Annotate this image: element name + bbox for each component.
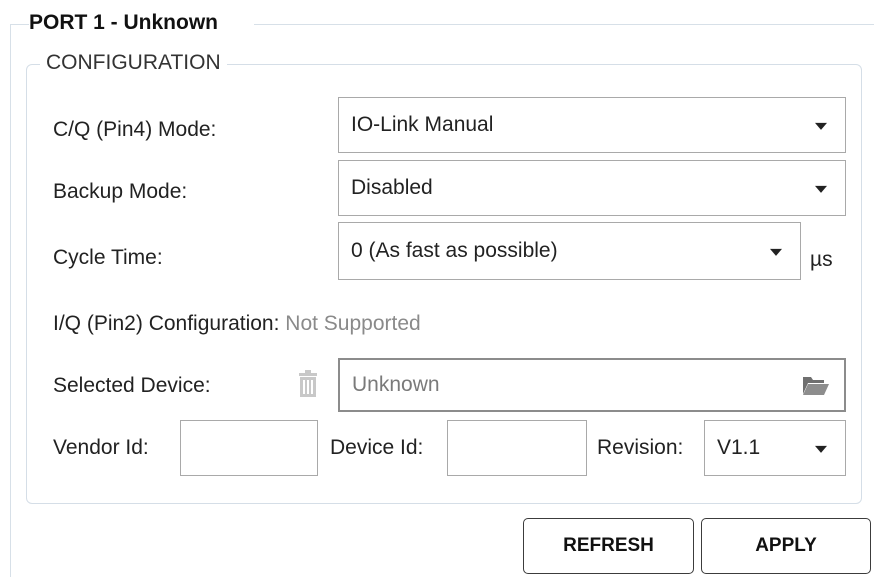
configuration-title: CONFIGURATION xyxy=(40,50,227,76)
backup-mode-dropdown[interactable]: Disabled xyxy=(338,160,846,216)
device-id-input[interactable] xyxy=(447,420,587,476)
iq-config-label: I/Q (Pin2) Configuration: Not Supported xyxy=(53,311,421,337)
cq-mode-label: C/Q (Pin4) Mode: xyxy=(53,118,217,141)
selected-device-value: Unknown xyxy=(352,373,440,396)
device-id-label: Device Id: xyxy=(330,436,424,459)
revision-value: V1.1 xyxy=(717,436,761,459)
backup-mode-value: Disabled xyxy=(351,176,433,199)
revision-dropdown[interactable]: V1.1 xyxy=(704,420,846,476)
port-group-border xyxy=(10,24,30,25)
refresh-button[interactable]: REFRESH xyxy=(523,518,694,574)
port-group-border-left xyxy=(10,24,11,577)
chevron-down-icon xyxy=(815,122,827,130)
chevron-down-icon xyxy=(815,185,827,193)
cq-mode-dropdown[interactable]: IO-Link Manual xyxy=(338,97,846,153)
cq-mode-value: IO-Link Manual xyxy=(351,113,494,136)
iq-config-label-text: I/Q (Pin2) Configuration: xyxy=(53,312,280,335)
cycle-time-value: 0 (As fast as possible) xyxy=(351,239,558,262)
selected-device-label: Selected Device: xyxy=(53,374,211,397)
port-group-border-top xyxy=(254,24,874,25)
trash-icon[interactable] xyxy=(296,370,320,398)
cycle-time-unit: µs xyxy=(810,248,833,271)
cycle-time-label: Cycle Time: xyxy=(53,246,163,269)
backup-mode-label: Backup Mode: xyxy=(53,180,188,203)
vendor-id-label: Vendor Id: xyxy=(53,436,149,459)
chevron-down-icon xyxy=(815,445,827,453)
port-title: PORT 1 - Unknown xyxy=(29,10,222,36)
revision-label: Revision: xyxy=(597,436,684,459)
vendor-id-input[interactable] xyxy=(180,420,318,476)
apply-button[interactable]: APPLY xyxy=(701,518,871,574)
cycle-time-dropdown[interactable]: 0 (As fast as possible) xyxy=(338,222,801,280)
chevron-down-icon xyxy=(770,248,782,256)
iq-config-value: Not Supported xyxy=(285,312,421,335)
selected-device-field[interactable]: Unknown xyxy=(338,358,846,412)
folder-open-icon[interactable] xyxy=(802,374,830,396)
